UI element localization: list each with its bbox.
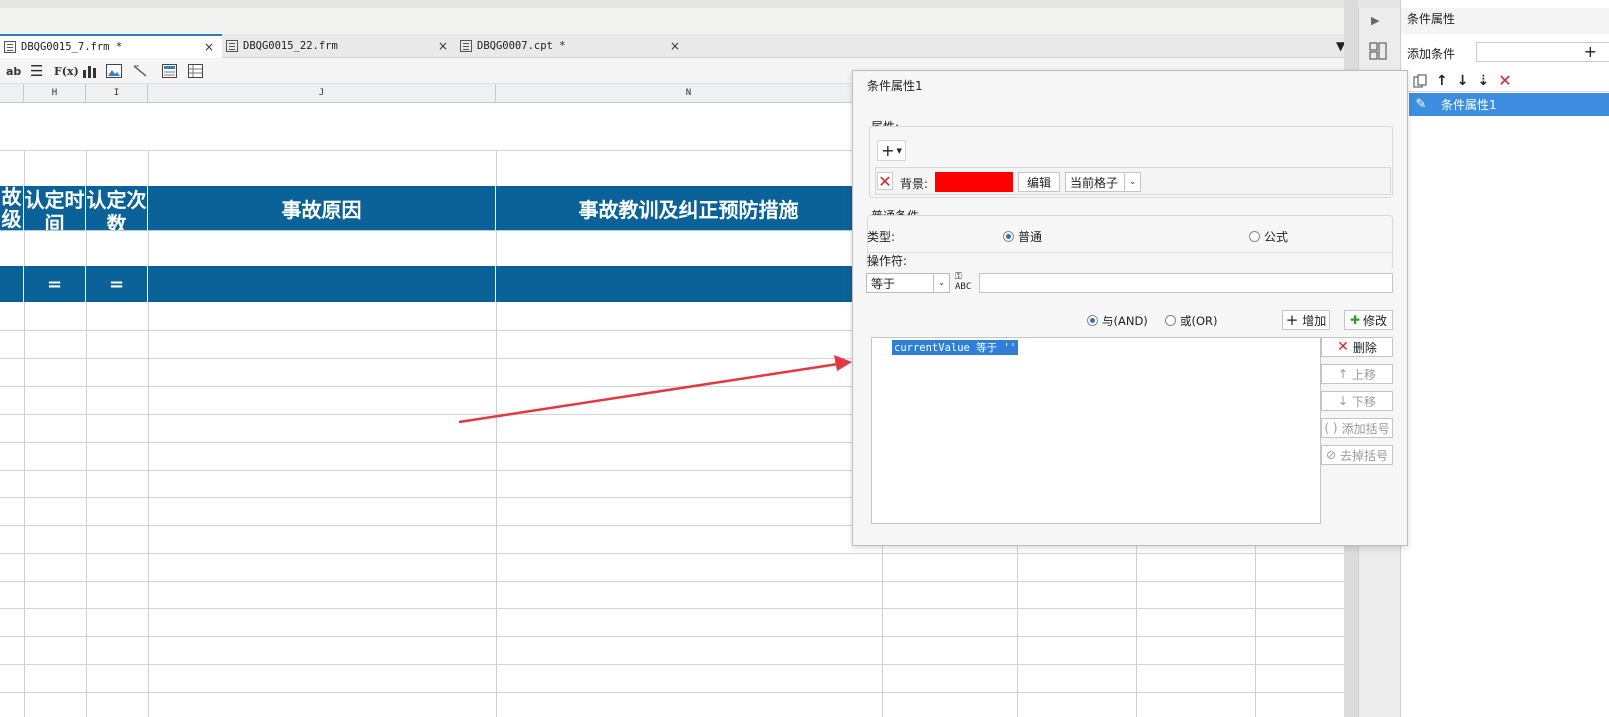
chevron-down-icon: ⌄ <box>933 274 949 292</box>
arrow-down-icon[interactable]: ↓ <box>1457 73 1469 89</box>
condition-list-item[interactable]: ✎ 条件属性1 <box>1409 93 1609 116</box>
tab-file-3[interactable]: DBQG0007.cpt * × <box>456 34 688 58</box>
copy-icon[interactable] <box>1413 74 1427 88</box>
close-icon: ✕ <box>1337 339 1349 355</box>
chevron-down-icon: ⌄ <box>1124 173 1140 191</box>
value-type-icon[interactable]: ⚿ ABC <box>955 272 975 292</box>
background-color-swatch[interactable] <box>935 172 1013 192</box>
pane-title: 条件属性 <box>1401 8 1609 34</box>
chart-icon[interactable] <box>82 62 97 80</box>
sheet-icon[interactable] <box>162 62 177 80</box>
close-icon[interactable]: × <box>438 39 448 53</box>
report-file-icon <box>460 40 472 52</box>
column-header-j[interactable]: J <box>148 84 496 103</box>
column-header-h[interactable]: H <box>24 84 86 103</box>
dialog-title: 条件属性1 <box>867 79 923 93</box>
and-radio[interactable]: 与(AND) <box>1087 313 1148 329</box>
operator-select[interactable]: 等于 ⌄ <box>866 273 950 293</box>
slash-icon[interactable] <box>132 62 148 80</box>
remove-bracket-button[interactable]: ⊘ 去掉括号 <box>1321 445 1393 465</box>
normal-condition-group <box>867 215 1393 269</box>
modify-icon: ✚ <box>1349 313 1361 327</box>
image-icon[interactable] <box>106 62 122 80</box>
form-file-icon <box>4 41 16 53</box>
add-condition-label: 添加条件 <box>1407 47 1456 61</box>
tab-label: DBQG0015_22.frm <box>243 40 338 52</box>
operator-value-input[interactable] <box>979 273 1393 293</box>
condition-expression-item[interactable]: currentValue 等于 '' <box>892 340 1019 355</box>
add-bracket-button[interactable]: ( ) 添加括号 <box>1321 418 1393 438</box>
menu-bar <box>0 8 1400 34</box>
tab-label: DBQG0015_7.frm * <box>21 41 123 53</box>
condition-expression-list[interactable]: currentValue 等于 '' <box>871 337 1321 524</box>
type-label: 类型: <box>867 230 896 244</box>
scope-select[interactable]: 当前格子 ⌄ <box>1065 172 1141 192</box>
type-normal-radio[interactable]: 普通 <box>1003 228 1042 245</box>
remove-bracket-icon: ⊘ <box>1325 448 1337 462</box>
move-down-button[interactable]: ↓ 下移 <box>1321 391 1393 411</box>
edit-button[interactable]: 编辑 <box>1018 172 1060 192</box>
tab-label: DBQG0007.cpt * <box>477 40 566 52</box>
or-radio[interactable]: 或(OR) <box>1165 313 1218 329</box>
plus-icon: + <box>1285 311 1299 329</box>
form-file-icon <box>226 40 238 52</box>
close-icon[interactable]: × <box>204 40 214 54</box>
table-icon[interactable] <box>188 62 203 80</box>
bracket-icon: ( ) <box>1324 421 1338 435</box>
arrow-up-icon[interactable]: ↑ <box>1436 73 1448 89</box>
remove-attribute-icon[interactable]: ✕ <box>877 172 893 191</box>
text-widget-button[interactable]: ab <box>6 62 21 80</box>
tab-strip: DBQG0015_7.frm * × DBQG0015_22.frm × DBQ… <box>0 34 1400 58</box>
add-attribute-button[interactable]: + ▼ <box>877 140 906 161</box>
tab-file-2[interactable]: DBQG0015_22.frm × <box>222 34 456 58</box>
add-condition-button[interactable]: + <box>1476 42 1609 62</box>
widget-settings-icon[interactable] <box>1369 42 1387 63</box>
add-condition-item-button[interactable]: + 增加 <box>1282 310 1330 330</box>
column-header[interactable] <box>0 84 24 103</box>
sort-icon[interactable]: ⇣ <box>1477 73 1489 89</box>
align-icon[interactable]: ☰ <box>30 62 43 80</box>
condition-list-toolbar: ↑ ↓ ⇣ ✕ <box>1401 70 1609 92</box>
condition-properties-dialog: 条件属性1 属性: +▼ ✕ 背景: 编辑 当前格子 ⌄ 普通条件 类型: 普通… <box>852 70 1408 546</box>
delete-button[interactable]: ✕ 删除 <box>1321 337 1393 357</box>
type-formula-radio[interactable]: 公式 <box>1249 228 1288 245</box>
arrow-down-icon: ↓ <box>1337 394 1349 408</box>
background-label: 背景: <box>900 177 929 191</box>
arrow-up-icon: ↑ <box>1337 367 1349 381</box>
plus-icon: + <box>1583 42 1597 61</box>
modify-button[interactable]: ✚ 修改 <box>1344 310 1393 330</box>
delete-icon[interactable]: ✕ <box>1498 71 1511 90</box>
edit-pencil-icon: ✎ <box>1415 97 1427 112</box>
title-bar <box>0 0 1609 8</box>
operator-label: 操作符: <box>867 254 908 268</box>
condition-attributes-pane: 条件属性 添加条件 + ↑ ↓ ⇣ ✕ ✎ 条件属性1 <box>1400 0 1609 717</box>
close-icon[interactable]: × <box>670 39 680 53</box>
column-header-i[interactable]: I <box>86 84 148 103</box>
formula-button[interactable]: F(x) <box>54 62 79 80</box>
collapse-icon[interactable]: ▶ <box>1371 14 1379 27</box>
move-up-button[interactable]: ↑ 上移 <box>1321 364 1393 384</box>
column-header-n[interactable]: N <box>496 84 882 103</box>
tab-file-1[interactable]: DBQG0015_7.frm * × <box>0 34 222 58</box>
